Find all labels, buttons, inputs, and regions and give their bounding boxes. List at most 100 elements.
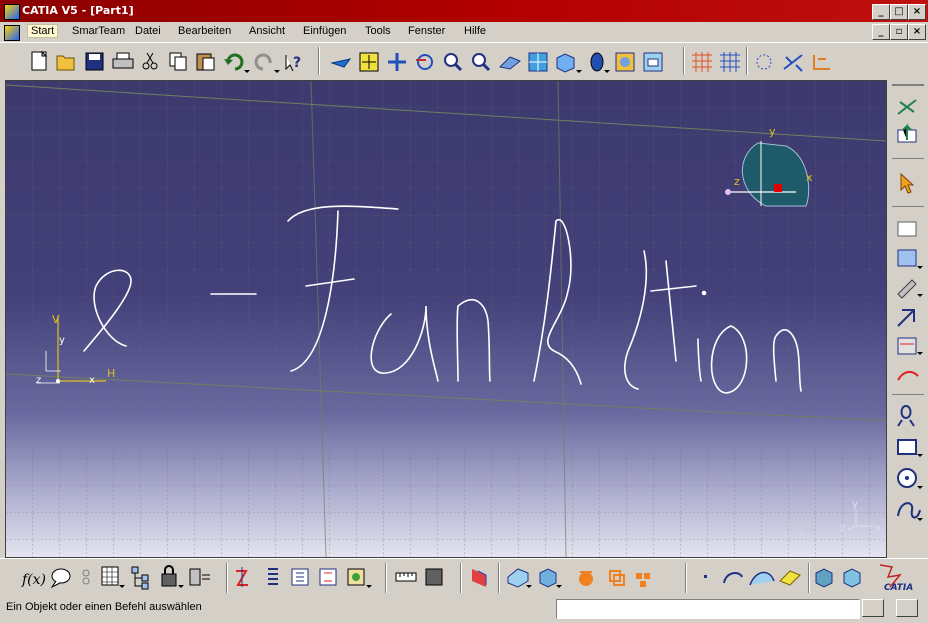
catia-logo: CATIA bbox=[879, 564, 913, 593]
menu-ansicht[interactable]: Ansicht bbox=[249, 25, 285, 37]
dimensional-constraints-icon[interactable] bbox=[813, 55, 830, 70]
profile-icon[interactable] bbox=[897, 279, 917, 299]
status-button-right[interactable] bbox=[896, 599, 918, 617]
shading-icon[interactable] bbox=[590, 52, 604, 72]
menu-hilfe[interactable]: Hilfe bbox=[464, 25, 486, 37]
standard-toolbar: ? bbox=[0, 42, 928, 80]
open-folder-icon[interactable] bbox=[56, 55, 75, 71]
boolean-icon[interactable] bbox=[843, 568, 861, 588]
maximize-button[interactable]: □ bbox=[890, 4, 908, 20]
rotate-icon[interactable] bbox=[416, 54, 433, 70]
redo-icon[interactable] bbox=[254, 53, 272, 71]
sketch-analysis-icon[interactable] bbox=[236, 567, 248, 587]
title-bar: CATIA V5 - [Part1] _ □ × bbox=[0, 0, 928, 22]
hide-show-icon[interactable] bbox=[615, 52, 635, 72]
circle-icon[interactable] bbox=[897, 468, 917, 488]
mini-axis-y: y bbox=[852, 499, 858, 510]
right-toolbar-icons bbox=[892, 84, 924, 521]
cut-icon[interactable] bbox=[142, 52, 158, 70]
trim-icon[interactable] bbox=[897, 370, 919, 381]
document-icon[interactable] bbox=[4, 25, 20, 41]
grid-icon[interactable] bbox=[692, 52, 712, 72]
geometrical-constraints-icon[interactable] bbox=[783, 54, 803, 72]
axis-label-z-left: z bbox=[36, 375, 41, 386]
transformation-icon[interactable] bbox=[579, 571, 593, 586]
doc-close-button[interactable]: × bbox=[908, 24, 926, 40]
table-icon[interactable] bbox=[101, 566, 119, 586]
print-icon[interactable] bbox=[112, 52, 134, 69]
snap-to-point-icon[interactable] bbox=[720, 52, 740, 72]
status-button-left[interactable] bbox=[862, 599, 884, 617]
3d-viewport[interactable]: V H y x z y x z y x z 0,746 bbox=[5, 80, 887, 558]
minimize-button[interactable]: _ bbox=[872, 4, 890, 20]
menu-bar: Start SmarTeam Datei Bearbeiten Ansicht … bbox=[0, 22, 928, 42]
close-button[interactable]: × bbox=[908, 4, 926, 20]
sketcher-toolbar bbox=[888, 80, 928, 556]
undo-icon[interactable] bbox=[224, 53, 244, 71]
plane-icon[interactable] bbox=[779, 570, 801, 586]
corner-icon[interactable] bbox=[897, 309, 915, 327]
bottom-toolbar: f(x) CATIA bbox=[0, 558, 928, 597]
operation-icon[interactable] bbox=[897, 249, 917, 267]
translate-icon[interactable] bbox=[609, 570, 625, 586]
normal-view-icon[interactable] bbox=[498, 56, 521, 70]
rectangle-icon[interactable] bbox=[897, 439, 917, 455]
copy-icon[interactable] bbox=[169, 52, 187, 71]
edit-multi-extract-icon[interactable] bbox=[897, 221, 917, 237]
pattern-icon[interactable] bbox=[636, 573, 650, 587]
zoom-in-icon[interactable] bbox=[444, 53, 463, 72]
doc-minimize-button[interactable]: _ bbox=[872, 24, 890, 40]
knowledge-icon[interactable] bbox=[82, 569, 90, 585]
line-curve-icon[interactable] bbox=[723, 572, 743, 584]
menu-tools[interactable]: Tools bbox=[365, 25, 391, 37]
sketch-canvas[interactable]: V H y x z y x z y x z bbox=[6, 81, 886, 557]
inertia-icon[interactable] bbox=[425, 568, 443, 586]
pan-icon[interactable] bbox=[388, 53, 406, 71]
tree-structure-icon[interactable] bbox=[131, 566, 149, 590]
whats-this-help-icon[interactable]: ? bbox=[285, 55, 301, 72]
swap-visible-space-icon[interactable] bbox=[643, 52, 663, 72]
select-arrow-icon[interactable] bbox=[900, 172, 915, 194]
pocket-icon[interactable] bbox=[539, 568, 557, 588]
apply-material-icon[interactable] bbox=[189, 568, 210, 586]
axis-label-y-left: y bbox=[59, 335, 65, 346]
formula-fx-icon[interactable]: f(x) bbox=[21, 572, 46, 588]
doc-restore-button[interactable]: ▫ bbox=[890, 24, 908, 40]
ruler-icon[interactable] bbox=[395, 572, 417, 582]
iso-view-icon[interactable] bbox=[556, 53, 575, 73]
menu-start[interactable]: Start bbox=[27, 24, 59, 38]
zoom-readout: 0,746 bbox=[786, 523, 817, 537]
edit-tree-icon[interactable] bbox=[291, 568, 309, 586]
command-input[interactable] bbox=[556, 599, 860, 619]
status-message: Ein Objekt oder einen Befehl auswählen bbox=[6, 601, 202, 613]
new-document-icon[interactable] bbox=[31, 50, 48, 71]
paste-icon[interactable] bbox=[196, 53, 215, 71]
point-icon[interactable] bbox=[704, 575, 707, 578]
constraint-list-icon[interactable] bbox=[268, 568, 278, 585]
menu-fenster[interactable]: Fenster bbox=[408, 25, 445, 37]
lock-icon[interactable] bbox=[161, 565, 177, 587]
sketch-icon[interactable] bbox=[897, 99, 917, 115]
zoom-out-icon[interactable] bbox=[472, 53, 491, 72]
constraint-icon[interactable] bbox=[897, 405, 915, 427]
chamfer-icon[interactable] bbox=[897, 337, 917, 355]
menu-einfuegen[interactable]: Einfügen bbox=[303, 25, 346, 37]
surface-icon[interactable] bbox=[749, 571, 775, 586]
spline-icon[interactable] bbox=[897, 502, 921, 519]
exit-workbench-icon[interactable] bbox=[897, 123, 917, 143]
fly-mode-icon[interactable] bbox=[330, 58, 352, 68]
color-analysis-icon[interactable] bbox=[472, 569, 487, 587]
construction-element-icon[interactable] bbox=[756, 54, 772, 70]
measure-icon[interactable] bbox=[347, 568, 365, 586]
pad-icon[interactable] bbox=[507, 568, 529, 588]
save-icon[interactable] bbox=[85, 52, 104, 71]
multi-view-icon[interactable] bbox=[528, 52, 548, 72]
insert-body-icon[interactable] bbox=[815, 568, 833, 588]
comment-icon[interactable] bbox=[50, 568, 71, 589]
menu-bearbeiten[interactable]: Bearbeiten bbox=[178, 25, 231, 37]
reorder-icon[interactable] bbox=[319, 568, 337, 586]
catia-app-icon[interactable] bbox=[4, 4, 20, 20]
menu-datei[interactable]: Datei bbox=[135, 25, 161, 37]
menu-smarteam[interactable]: SmarTeam bbox=[72, 25, 125, 37]
fit-all-in-icon[interactable] bbox=[359, 52, 379, 72]
